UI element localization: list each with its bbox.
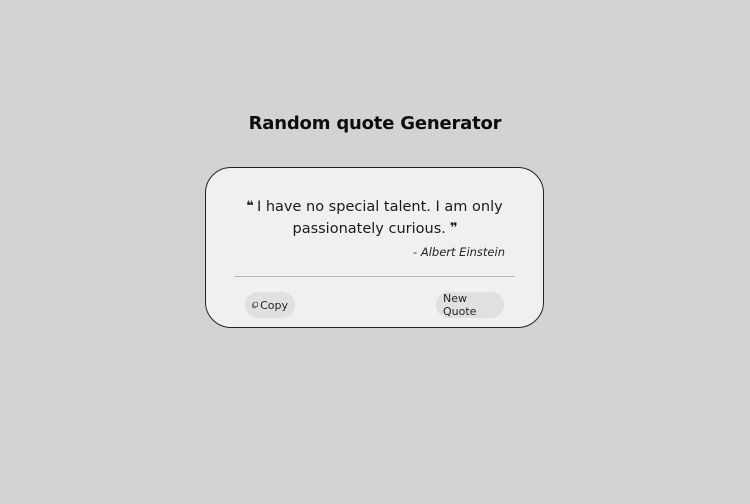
quote-author: - Albert Einstein	[413, 245, 505, 259]
copy-button[interactable]: Copy	[245, 292, 295, 318]
new-quote-button-label: New Quote	[443, 292, 477, 318]
quote-card: ❝ I have no special talent. I am only pas…	[205, 167, 544, 328]
new-quote-button[interactable]: New Quote	[436, 292, 504, 318]
page-title: Random quote Generator	[248, 113, 502, 134]
quote-block: ❝ I have no special talent. I am only pas…	[226, 196, 523, 240]
quote-text: I have no special talent. I am only pass…	[256, 199, 503, 237]
copy-button-label: Copy	[260, 298, 288, 312]
close-quote-icon: ❞	[449, 221, 458, 236]
open-quote-icon: ❝	[246, 199, 254, 214]
page: Random quote Generator ❝ I have no specia…	[0, 0, 750, 504]
divider	[234, 276, 515, 277]
copy-icon	[252, 301, 258, 309]
